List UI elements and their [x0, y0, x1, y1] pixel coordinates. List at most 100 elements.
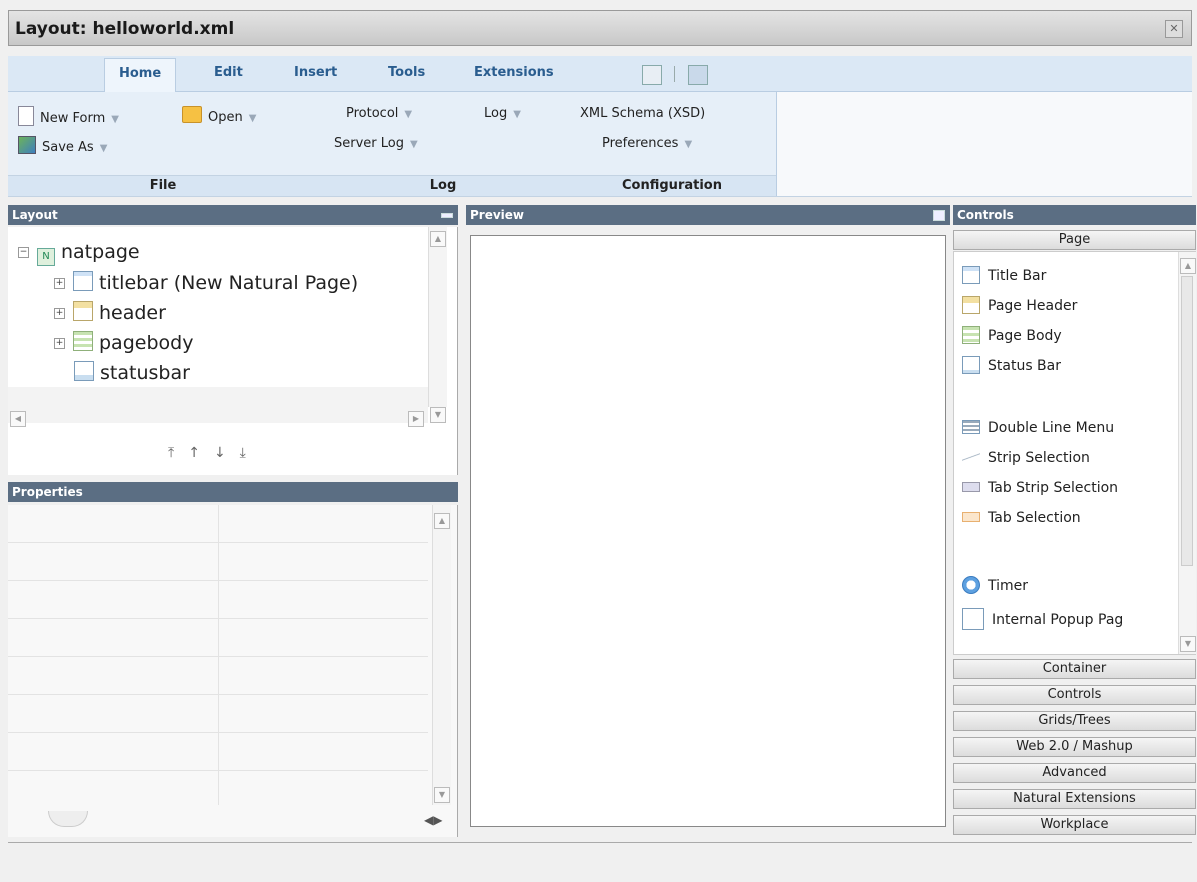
xml-schema-button[interactable]: XML Schema (XSD)	[580, 106, 705, 121]
control-label: Strip Selection	[988, 450, 1090, 466]
tree-node-statusbar[interactable]: statusbar	[74, 361, 190, 384]
chevron-down-icon: ▼	[513, 109, 521, 120]
new-form-label: New Form	[40, 111, 106, 126]
tree-node-pagebody[interactable]: + pagebody	[54, 331, 193, 354]
expand-icon[interactable]: +	[54, 338, 65, 349]
open-label: Open	[208, 110, 243, 125]
layout-panel-header: Layout	[8, 205, 458, 225]
window-title: Layout: helloworld.xml	[15, 19, 235, 39]
layout-panel-title: Layout	[12, 208, 58, 222]
chevron-down-icon: ▼	[111, 114, 119, 125]
menu-bar: Home Edit Insert Tools Extensions	[8, 56, 1192, 92]
control-item-status-bar[interactable]: Status Bar	[962, 356, 1061, 374]
control-item-timer[interactable]: Timer	[962, 576, 1028, 594]
configuration-group-label: Configuration	[568, 175, 776, 196]
controls-category-controls[interactable]: Controls	[953, 685, 1196, 705]
splitter-resize-icon[interactable]: ◀▶	[424, 813, 442, 827]
control-item-tab-strip-selection[interactable]: Tab Strip Selection	[962, 480, 1118, 496]
control-label: Double Line Menu	[988, 420, 1115, 436]
scroll-up-icon[interactable]: ▲	[430, 231, 446, 247]
control-item-title-bar[interactable]: Title Bar	[962, 266, 1046, 284]
control-item-page-body[interactable]: Page Body	[962, 326, 1062, 344]
layout-tree: − Nnatpage + titlebar (New Natural Page) +…	[8, 227, 458, 475]
strip-icon	[962, 452, 980, 462]
open-button[interactable]: Open ▼	[182, 106, 256, 125]
expand-icon[interactable]: +	[54, 308, 65, 319]
tab-extensions[interactable]: Extensions	[474, 65, 554, 80]
control-item-strip-selection[interactable]: Strip Selection	[962, 450, 1090, 466]
tab-edit[interactable]: Edit	[214, 65, 243, 80]
save-toolbar-icon[interactable]	[688, 65, 708, 85]
control-item-tab-selection[interactable]: Tab Selection	[962, 510, 1081, 526]
tree-node-label: statusbar	[100, 362, 190, 384]
tree-vertical-scrollbar[interactable]: ▲ ▼	[428, 227, 447, 423]
timer-icon	[962, 576, 980, 594]
scrollbar-thumb[interactable]	[1181, 276, 1193, 566]
scroll-up-icon[interactable]: ▲	[1180, 258, 1196, 274]
scroll-right-icon[interactable]: ▶	[408, 411, 424, 427]
controls-category-advanced[interactable]: Advanced	[953, 763, 1196, 783]
tree-node-header[interactable]: + header	[54, 301, 166, 324]
properties-collapse-handle[interactable]	[48, 811, 88, 827]
controls-category-container[interactable]: Container	[953, 659, 1196, 679]
tree-node-titlebar[interactable]: + titlebar (New Natural Page)	[54, 271, 358, 294]
controls-category-workplace[interactable]: Workplace	[953, 815, 1196, 835]
controls-vertical-scrollbar[interactable]: ▲ ▼	[1178, 252, 1196, 654]
scroll-down-icon[interactable]: ▼	[434, 787, 450, 803]
window-titlebar: Layout: helloworld.xml ✕	[8, 10, 1192, 46]
log-group-label: Log	[318, 175, 568, 196]
move-bottom-icon[interactable]: ⤓	[240, 445, 260, 461]
move-down-icon[interactable]: ↓	[214, 445, 240, 461]
log-button[interactable]: Log ▼	[484, 106, 521, 121]
control-label: Tab Selection	[988, 510, 1081, 526]
menu-icon	[962, 420, 980, 434]
controls-category-page[interactable]: Page	[953, 230, 1196, 250]
tree-node-root[interactable]: − Nnatpage	[18, 241, 140, 266]
controls-category-grids-trees[interactable]: Grids/Trees	[953, 711, 1196, 731]
minimize-icon[interactable]	[441, 213, 453, 218]
save-as-icon	[18, 136, 36, 154]
control-item-page-header[interactable]: Page Header	[962, 296, 1077, 314]
scroll-down-icon[interactable]: ▼	[430, 407, 446, 423]
properties-panel-header: Properties	[8, 482, 458, 502]
maximize-icon[interactable]	[933, 210, 945, 221]
control-label: Status Bar	[988, 358, 1062, 374]
move-top-icon[interactable]: ⤒	[168, 445, 188, 461]
properties-vertical-scrollbar[interactable]: ▲ ▼	[432, 505, 451, 805]
new-document-icon	[18, 106, 34, 126]
preview-panel-title: Preview	[470, 208, 525, 222]
new-form-button[interactable]: New Form ▼	[18, 106, 119, 126]
tab-strip-icon	[962, 482, 980, 492]
move-up-icon[interactable]: ↑	[188, 445, 214, 461]
tab-tools[interactable]: Tools	[388, 65, 425, 80]
control-item-internal-popup[interactable]: Internal Popup Pag	[962, 608, 1123, 630]
server-log-button[interactable]: Server Log ▼	[334, 136, 418, 151]
scroll-up-icon[interactable]: ▲	[434, 513, 450, 529]
control-item-double-line-menu[interactable]: Double Line Menu	[962, 420, 1114, 436]
close-icon[interactable]: ✕	[1165, 20, 1183, 38]
preview-toolbar-icon[interactable]	[642, 65, 662, 85]
server-log-label: Server Log	[334, 136, 404, 151]
tab-insert[interactable]: Insert	[294, 65, 337, 80]
collapse-icon[interactable]: −	[18, 247, 29, 258]
save-as-button[interactable]: Save As ▼	[18, 136, 107, 155]
ribbon-group-log: Protocol ▼ Log ▼ Server Log ▼ Log	[318, 92, 569, 196]
tree-node-label: header	[99, 302, 166, 324]
xml-schema-label: XML Schema (XSD)	[580, 106, 706, 121]
scroll-down-icon[interactable]: ▼	[1180, 636, 1196, 652]
statusbar-icon	[962, 356, 980, 374]
controls-category-natural-extensions[interactable]: Natural Extensions	[953, 789, 1196, 809]
controls-category-web20-mashup[interactable]: Web 2.0 / Mashup	[953, 737, 1196, 757]
tree-horizontal-scrollbar[interactable]: ◀ ▶	[8, 387, 428, 427]
statusbar-icon	[74, 361, 94, 381]
expand-icon[interactable]: +	[54, 278, 65, 289]
scroll-left-icon[interactable]: ◀	[10, 411, 26, 427]
tab-home[interactable]: Home	[104, 58, 177, 92]
preferences-button[interactable]: Preferences ▼	[602, 136, 692, 151]
control-label: Page Body	[988, 328, 1062, 344]
control-label: Tab Strip Selection	[988, 480, 1119, 496]
protocol-button[interactable]: Protocol ▼	[346, 106, 412, 121]
pagebody-icon	[73, 331, 93, 351]
preview-canvas[interactable]	[470, 235, 946, 827]
controls-list: Title Bar Page Header Page Body Status B…	[953, 251, 1196, 655]
